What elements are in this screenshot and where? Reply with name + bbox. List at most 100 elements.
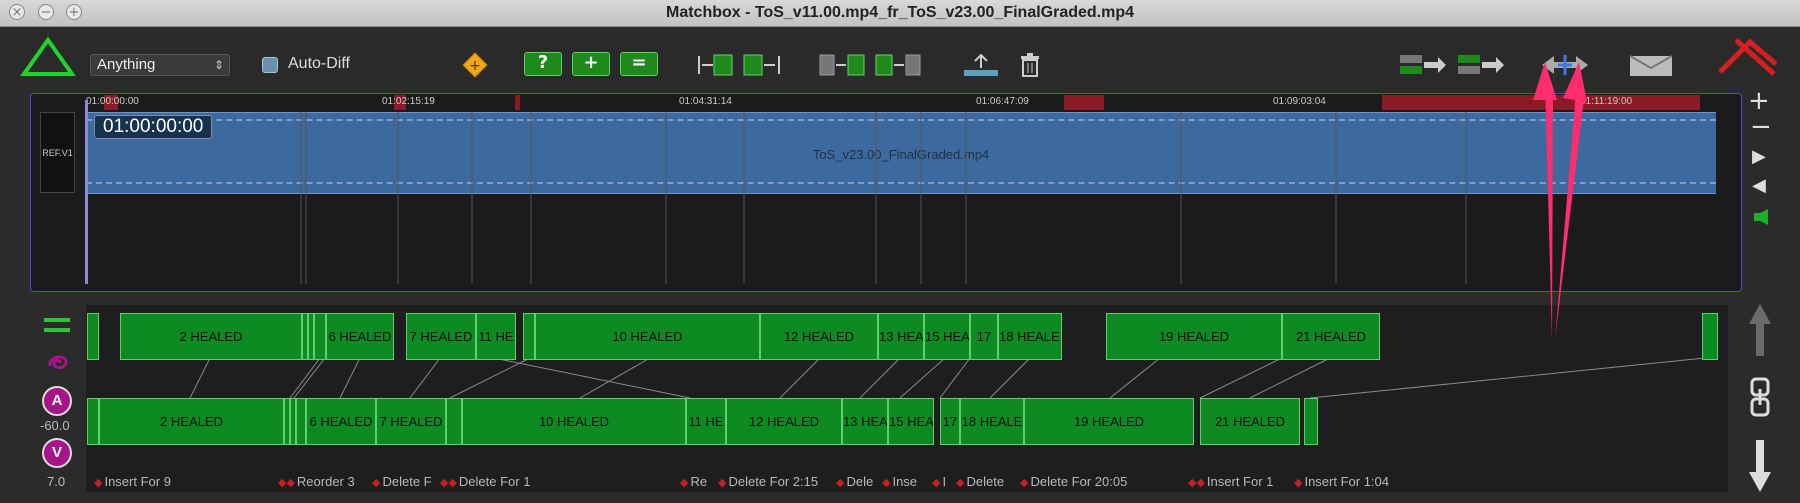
- export-right-icon[interactable]: [1456, 52, 1506, 78]
- question-button-label: ?: [537, 52, 549, 73]
- mail-icon[interactable]: [1628, 54, 1674, 78]
- export-left-icon[interactable]: [1398, 52, 1448, 78]
- clip-bottom[interactable]: 13 HEA: [842, 398, 888, 445]
- clip-top[interactable]: 18 HEALED: [998, 313, 1062, 360]
- change-item[interactable]: ◆◆ Delete For 1: [440, 474, 530, 489]
- clip-bottom[interactable]: 12 HEALED: [726, 398, 842, 445]
- change-item[interactable]: ◆ Delete: [956, 474, 1004, 489]
- chevron-updown-icon: ⇕: [213, 58, 224, 72]
- sync-arrows-icon[interactable]: [1540, 52, 1590, 78]
- equal-button[interactable]: =: [620, 52, 658, 76]
- clip-top[interactable]: 6 HEALED: [326, 313, 394, 360]
- video-knob[interactable]: V: [42, 438, 72, 468]
- change-item-label: Delete: [966, 474, 1005, 489]
- clip-bottom[interactable]: [1304, 398, 1318, 445]
- speaker-icon[interactable]: [1752, 208, 1772, 226]
- clip-bottom[interactable]: [446, 398, 462, 445]
- ruler-timecode: 01:11:19:00: [1580, 96, 1633, 107]
- clip-top[interactable]: 11 HE: [476, 313, 516, 360]
- audio-knob-label: A: [51, 392, 63, 409]
- clip-bottom[interactable]: [296, 398, 306, 445]
- clip-top[interactable]: [523, 313, 535, 360]
- clip-top[interactable]: [314, 313, 326, 360]
- change-item-label: Insert For 1: [1206, 474, 1274, 489]
- change-marker-icon: ◆: [1294, 477, 1303, 489]
- zoom-out-icon[interactable]: −: [1750, 112, 1772, 142]
- change-item[interactable]: ◆ Re: [680, 474, 707, 489]
- lift-icon[interactable]: [962, 52, 1000, 78]
- clip-bottom[interactable]: 7 HEALED: [376, 398, 446, 445]
- clip-bottom[interactable]: 17: [940, 398, 960, 445]
- clip-top[interactable]: 2 HEALED: [120, 313, 302, 360]
- change-item[interactable]: ◆ Delete F: [372, 474, 432, 489]
- clip-bottom[interactable]: 2 HEALED: [99, 398, 284, 445]
- trim-right-icon[interactable]: [742, 52, 782, 78]
- change-item-label: Inse: [892, 474, 918, 489]
- clip-bottom[interactable]: [87, 398, 99, 445]
- timecode-ruler[interactable]: 01:00:00:00 01:02:15:19 01:04:31:14 01:0…: [86, 96, 1716, 110]
- trash-icon[interactable]: [1018, 52, 1042, 78]
- trim-left-icon[interactable]: [696, 52, 736, 78]
- clip-bottom[interactable]: 15 HEA: [888, 398, 934, 445]
- navigate-diamond-icon[interactable]: +: [462, 52, 488, 78]
- add-button[interactable]: +: [572, 52, 610, 76]
- matchbox-brand-icon: [1718, 38, 1778, 76]
- change-marker-icon: ◆◆: [1188, 477, 1205, 489]
- clip-top[interactable]: [1702, 313, 1718, 360]
- clip-top[interactable]: 12 HEALED: [760, 313, 878, 360]
- change-item[interactable]: ◆ Delete For 2:15: [718, 474, 818, 489]
- clip-top[interactable]: 13 HEA: [878, 313, 924, 360]
- window-title: Matchbox - ToS_v11.00.mp4_fr_ToS_v23.00_…: [665, 4, 1135, 21]
- clip-bottom[interactable]: 6 HEALED: [306, 398, 376, 445]
- change-marker-icon: ◆: [718, 477, 727, 489]
- clip-bottom[interactable]: 11 HE: [686, 398, 726, 445]
- ruler-timecode: 01:04:31:14: [679, 96, 732, 107]
- change-item[interactable]: ◆◆ Reorder 3: [278, 474, 355, 489]
- play-reverse-icon[interactable]: ◀: [1752, 175, 1766, 196]
- filter-dropdown[interactable]: Anything ⇕: [90, 54, 230, 76]
- clip-top[interactable]: 7 HEALED: [406, 313, 476, 360]
- change-marker-icon: ◆◆: [278, 477, 295, 489]
- video-level: 7.0: [47, 474, 66, 489]
- autodiff-checkbox[interactable]: [262, 57, 278, 73]
- equal-button-label: =: [631, 52, 647, 73]
- play-forward-icon[interactable]: ▶: [1752, 146, 1766, 167]
- triangle-logo-icon[interactable]: [20, 36, 76, 78]
- clip-top[interactable]: 17: [970, 313, 998, 360]
- clip-top[interactable]: [87, 313, 99, 360]
- change-item[interactable]: ◆ I: [932, 474, 946, 489]
- change-item-label: Insert For 9: [104, 474, 171, 489]
- clip-bottom[interactable]: 18 HEALE: [960, 398, 1024, 445]
- change-marker-icon: ◆◆: [440, 477, 457, 489]
- clip-top[interactable]: 21 HEALED: [1282, 313, 1380, 360]
- clip-bottom[interactable]: 19 HEALED: [1024, 398, 1194, 445]
- arrow-up-icon[interactable]: [1747, 302, 1773, 358]
- change-item[interactable]: ◆ Dele: [836, 474, 873, 489]
- change-item-label: Reorder 3: [296, 474, 355, 489]
- link-icon[interactable]: [1749, 377, 1771, 417]
- ripple-right-icon[interactable]: [874, 52, 922, 78]
- lasso-icon[interactable]: [46, 350, 70, 374]
- change-marker-icon: ◆: [680, 477, 689, 489]
- ruler-timecode: 01:00:00:00: [86, 96, 139, 107]
- change-item-label: Delete For 1: [458, 474, 531, 489]
- clip-top[interactable]: 10 HEALED: [535, 313, 760, 360]
- reference-track-header[interactable]: REF.V1: [40, 112, 75, 193]
- audio-knob[interactable]: A: [42, 386, 72, 416]
- clip-bottom[interactable]: 10 HEALED: [462, 398, 686, 445]
- menu-lines-icon[interactable]: [44, 316, 70, 336]
- change-item[interactable]: ◆ Inse: [882, 474, 917, 489]
- filter-dropdown-value: Anything: [97, 56, 156, 73]
- arrow-down-icon[interactable]: [1747, 438, 1773, 494]
- change-item[interactable]: ◆ Delete For 20:05: [1020, 474, 1127, 489]
- clip-top[interactable]: 15 HEA: [924, 313, 970, 360]
- change-item[interactable]: ◆ Insert For 1:04: [1294, 474, 1389, 489]
- clip-top[interactable]: 19 HEALED: [1106, 313, 1282, 360]
- change-item[interactable]: ◆ Insert For 9: [94, 474, 171, 489]
- change-marker-icon: ◆: [932, 477, 941, 489]
- question-button[interactable]: ?: [524, 52, 562, 76]
- clip-bottom[interactable]: 21 HEALED: [1200, 398, 1300, 445]
- change-item[interactable]: ◆◆ Insert For 1: [1188, 474, 1273, 489]
- change-item-label: Delete F: [382, 474, 432, 489]
- ripple-left-icon[interactable]: [818, 52, 866, 78]
